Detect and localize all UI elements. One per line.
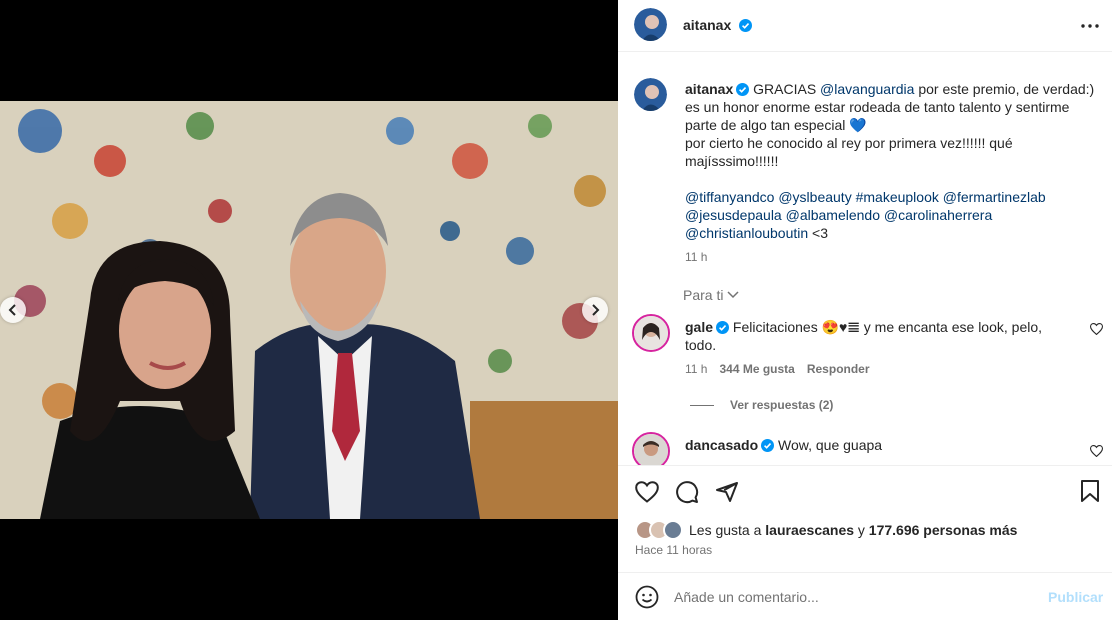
hashtags-line[interactable]: @jesusdepaula @albamelendo @carolinaherr… — [685, 206, 1095, 224]
emoji-icon — [635, 585, 659, 609]
for-you-label: Para ti — [683, 287, 724, 303]
comment-likes[interactable]: 344 Me gusta — [719, 362, 794, 376]
commenter-avatar[interactable] — [632, 314, 670, 352]
hashtags-line[interactable]: @tiffanyandco @yslbeauty #makeuplook @fe… — [685, 188, 1095, 206]
comment-button[interactable] — [675, 480, 701, 506]
comment-input[interactable] — [674, 587, 1034, 607]
liker-username[interactable]: lauraescanes — [765, 522, 854, 538]
likers-avatars[interactable] — [635, 520, 685, 540]
share-button[interactable] — [715, 480, 741, 506]
verified-badge-icon — [736, 83, 750, 96]
caption-line: majísssimo!!!!!! — [685, 153, 779, 169]
carousel-next-button[interactable] — [582, 297, 608, 323]
caption-line: parte de algo tan especial 💙 — [685, 117, 867, 133]
chevron-left-icon — [8, 304, 16, 316]
likes-summary: Les gusta a lauraescanes y 177.696 perso… — [689, 522, 1017, 538]
caption-username[interactable]: aitanax — [685, 81, 733, 97]
comment-text: Felicitaciones 😍♥︎𝌆 y me encanta ese loo… — [732, 319, 1043, 335]
caption-text: GRACIAS — [753, 81, 821, 97]
chevron-down-icon — [727, 291, 739, 299]
comment-like-button[interactable] — [1089, 444, 1104, 458]
caption-text: por este premio, de verdad:) — [914, 81, 1095, 97]
more-options-button[interactable] — [1080, 16, 1100, 36]
commenter-username[interactable]: dancasado — [685, 437, 758, 453]
comment-text: Wow, que guapa — [778, 437, 883, 453]
photo-illustration — [0, 101, 618, 519]
more-horizontal-icon — [1081, 24, 1099, 28]
commenter-avatar[interactable] — [632, 432, 670, 465]
author-avatar[interactable] — [634, 8, 667, 41]
view-replies-button[interactable]: Ver respuestas (2) — [690, 398, 833, 412]
caption-line: es un honor enorme estar rodeada de tant… — [685, 99, 1070, 115]
view-replies-label: Ver respuestas (2) — [730, 398, 834, 412]
comment-text: todo. — [685, 337, 717, 353]
comment-like-button[interactable] — [1089, 322, 1104, 336]
avatar-image — [634, 78, 667, 111]
author-username[interactable]: aitanax — [683, 17, 731, 33]
caption-line: por cierto he conocido al rey por primer… — [685, 135, 1013, 151]
heart-icon — [1089, 323, 1104, 336]
mention-link[interactable]: @lavanguardia — [820, 81, 914, 97]
post-caption: aitanax GRACIAS @lavanguardia por este p… — [685, 80, 1095, 266]
chevron-right-icon — [592, 304, 600, 316]
like-button[interactable] — [635, 481, 661, 505]
for-you-sort[interactable]: Para ti — [683, 287, 739, 303]
emoji-button[interactable] — [635, 585, 659, 609]
send-icon — [716, 482, 738, 502]
liker-avatar — [663, 520, 683, 540]
likes-middle: y — [854, 522, 869, 538]
publish-button[interactable]: Publicar — [1048, 589, 1103, 605]
heart-icon — [1089, 445, 1104, 458]
post-header: aitanax — [618, 0, 1112, 52]
avatar-image — [634, 8, 667, 41]
avatar-image — [634, 434, 668, 465]
reply-button[interactable]: Responder — [807, 362, 870, 376]
heart-icon — [635, 481, 659, 503]
comment-icon — [676, 481, 699, 504]
media-panel — [0, 0, 618, 620]
replies-divider — [690, 404, 714, 406]
caption-time: 11 h — [685, 250, 708, 264]
verified-badge-icon — [739, 19, 752, 32]
post-side-panel: aitanax aitanax GRACIAS @lavanguardia po… — [618, 0, 1112, 620]
post-photo[interactable] — [0, 101, 618, 519]
commenter-username[interactable]: gale — [685, 319, 713, 335]
caption-text: <3 — [808, 225, 829, 241]
comment-item: dancasado Wow, que guapa — [618, 432, 1112, 465]
bookmark-icon — [1081, 480, 1099, 502]
comment-time: 11 h — [685, 362, 708, 376]
hashtags-line[interactable]: @christianlouboutin — [685, 225, 808, 241]
caption-avatar[interactable] — [634, 78, 667, 111]
add-comment-bar: Publicar — [618, 572, 1112, 620]
avatar-image — [634, 316, 668, 350]
caption-and-comments: aitanax GRACIAS @lavanguardia por este p… — [618, 52, 1112, 466]
comment-item: gale Felicitaciones 😍♥︎𝌆 y me encanta es… — [618, 314, 1112, 434]
likes-count[interactable]: 177.696 personas más — [869, 522, 1018, 538]
posted-time[interactable]: Hace 11 horas — [635, 543, 712, 557]
verified-badge-icon — [761, 439, 775, 452]
verified-badge-icon — [716, 321, 730, 334]
likes-prefix: Les gusta a — [689, 522, 766, 538]
carousel-prev-button[interactable] — [0, 297, 26, 323]
save-button[interactable] — [1080, 480, 1104, 506]
